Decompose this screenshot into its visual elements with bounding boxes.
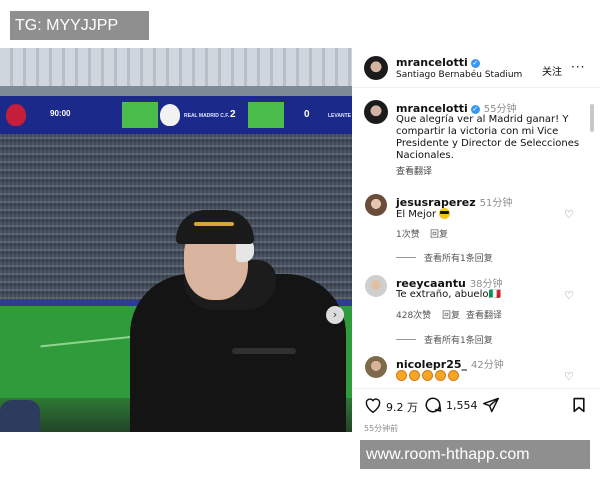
author-avatar[interactable] xyxy=(364,56,388,80)
post-panel: mrancelotti ✓ Santiago Bernabéu Stadium 关… xyxy=(352,48,600,433)
next-image-chevron-icon[interactable]: › xyxy=(326,306,344,324)
caption-header: mrancelotti ✓ 55分钟 xyxy=(396,100,516,115)
levante-crest-icon xyxy=(6,104,26,126)
star-struck-emoji-icon xyxy=(396,370,407,381)
comment-time: 51分钟 xyxy=(479,198,513,209)
comment-translate-link[interactable]: 查看翻译 xyxy=(466,308,502,321)
post-header: mrancelotti ✓ Santiago Bernabéu Stadium 关… xyxy=(352,48,600,88)
like-count[interactable]: 9.2 万 xyxy=(386,399,418,415)
star-struck-emoji-icon xyxy=(448,370,459,381)
comment-header: nicolepr25_ 42分钟 xyxy=(396,356,504,371)
watermark-top: TG: MYYJJPP xyxy=(10,11,149,40)
author-username-row[interactable]: mrancelotti ✓ xyxy=(396,56,480,69)
scoreboard-time: 90:00 xyxy=(50,109,71,118)
comment-reply-button[interactable]: 回复 xyxy=(430,227,448,240)
sunglasses-emoji-icon xyxy=(439,208,451,219)
like-heart-icon[interactable] xyxy=(364,397,382,413)
jacket-zipper xyxy=(232,348,296,354)
scoreboard: 90:00 REAL MADRID C.F. 2 0 LEVANTE xyxy=(0,96,352,134)
scoreboard-green-panel xyxy=(122,102,158,128)
star-struck-emoji-icon xyxy=(422,370,433,381)
action-bar: 9.2 万 1,554 55分钟前 xyxy=(352,388,600,433)
man-cap xyxy=(176,210,254,244)
star-struck-emoji-icon xyxy=(435,370,446,381)
caption-author-avatar[interactable] xyxy=(364,100,388,124)
real-madrid-crest-icon xyxy=(160,104,180,126)
comment-avatar[interactable] xyxy=(365,356,387,378)
away-team-name: LEVANTE xyxy=(328,113,351,119)
view-replies-link[interactable]: 查看所有1条回复 xyxy=(396,251,493,264)
screenshot-root: TG: MYYJJPP 90:00 REAL MADRID C.F. 2 0 L… xyxy=(0,0,600,480)
comment-bubble-icon[interactable] xyxy=(424,396,442,414)
comment-like-heart-icon[interactable]: ♡ xyxy=(564,289,574,302)
watermark-bottom: www.room-hthapp.com xyxy=(360,440,590,469)
comment-text-body: El Mejor xyxy=(396,209,437,220)
follow-button[interactable]: 关注 xyxy=(542,63,562,78)
fan-figure xyxy=(0,400,40,432)
star-struck-emojis xyxy=(396,370,459,381)
author-username[interactable]: mrancelotti xyxy=(396,56,468,69)
save-bookmark-icon[interactable] xyxy=(572,397,586,413)
view-replies-link[interactable]: 查看所有1条回复 xyxy=(396,333,493,346)
post-photo[interactable]: 90:00 REAL MADRID C.F. 2 0 LEVANTE › xyxy=(0,48,352,432)
verified-badge-icon: ✓ xyxy=(470,59,480,68)
post-age: 55分钟前 xyxy=(364,424,399,433)
home-team-name: REAL MADRID C.F. xyxy=(184,113,230,119)
comment-likes[interactable]: 428次赞 xyxy=(396,308,431,321)
home-score: 2 xyxy=(230,109,236,120)
share-send-icon[interactable] xyxy=(482,397,500,413)
comment-header: reeycaantu 38分钟 xyxy=(396,275,503,290)
scoreboard-green-panel-2 xyxy=(248,102,284,128)
comment-avatar[interactable] xyxy=(365,275,387,297)
caption-translate-link[interactable]: 查看翻译 xyxy=(396,164,432,177)
comment-text: Te extraño, abuelo🇮🇹 xyxy=(396,289,501,300)
comment-avatar[interactable] xyxy=(365,194,387,216)
comment-count[interactable]: 1,554 xyxy=(446,399,478,412)
more-horizontal-icon[interactable]: ··· xyxy=(571,60,585,74)
comment-likes[interactable]: 1次赞 xyxy=(396,227,420,240)
comment-like-heart-icon[interactable]: ♡ xyxy=(564,370,574,383)
post-location[interactable]: Santiago Bernabéu Stadium xyxy=(396,70,522,80)
star-struck-emoji-icon xyxy=(409,370,420,381)
post-caption: Que alegría ver al Madrid ganar! Y compa… xyxy=(396,114,580,161)
comment-text: El Mejor xyxy=(396,208,451,220)
stadium-roof xyxy=(0,48,352,96)
scrollbar-thumb[interactable] xyxy=(590,104,594,132)
comment-like-heart-icon[interactable]: ♡ xyxy=(564,208,574,221)
comment-reply-button[interactable]: 回复 xyxy=(442,308,460,321)
comment-header: jesusraperez 51分钟 xyxy=(396,194,512,209)
verified-badge-icon: ✓ xyxy=(470,105,480,114)
comment-time: 42分钟 xyxy=(471,360,504,371)
away-score: 0 xyxy=(304,109,310,120)
